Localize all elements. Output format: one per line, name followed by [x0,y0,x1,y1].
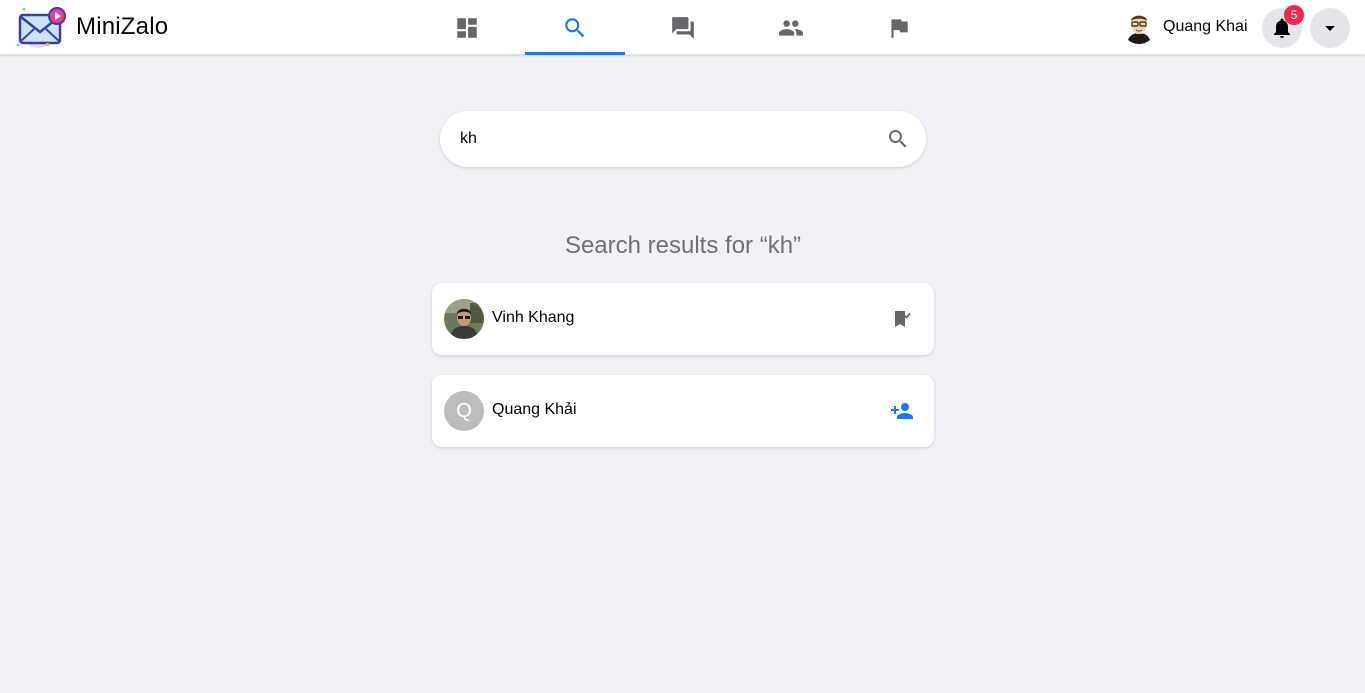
app-name: MiniZalo [76,13,169,40]
tab-search[interactable] [525,0,625,55]
result-name: Vinh Khang [492,309,575,326]
result-item[interactable]: Q Quang Khải [432,375,934,447]
bookmark-check-button[interactable] [890,307,914,331]
top-navbar: MiniZalo Quang Khai 5 [0,0,1365,55]
chat-icon [672,16,694,39]
minizalo-logo-icon [16,5,68,49]
user-name: Quang Khai [1163,18,1248,35]
user-avatar [1122,10,1156,44]
person-add-icon [891,403,913,419]
result-avatar [444,299,484,339]
notification-badge: 5 [1284,5,1304,25]
dashboard-icon [457,17,477,38]
profile-button[interactable]: Quang Khai [1122,9,1248,45]
search-input[interactable] [460,127,860,151]
search-submit-button[interactable] [886,127,910,151]
search-icon [565,17,585,37]
people-icon [779,19,803,36]
result-item[interactable]: Vinh Khang [432,283,934,355]
bookmark-check-icon [895,311,911,327]
result-avatar: Q [444,391,484,431]
caret-down-icon [1325,26,1335,31]
search-bar [440,111,926,167]
results-title: Search results for “kh” [564,232,802,259]
tab-friends[interactable] [741,0,841,55]
tab-dashboard[interactable] [417,0,517,55]
account-menu-button[interactable] [1310,8,1350,48]
flag-icon [891,18,908,38]
brand[interactable]: MiniZalo [16,5,168,49]
result-name: Quang Khải [492,401,577,418]
tab-messages[interactable] [633,0,733,55]
add-friend-button[interactable] [890,399,914,423]
tab-reports[interactable] [849,0,949,55]
search-icon [889,130,907,148]
